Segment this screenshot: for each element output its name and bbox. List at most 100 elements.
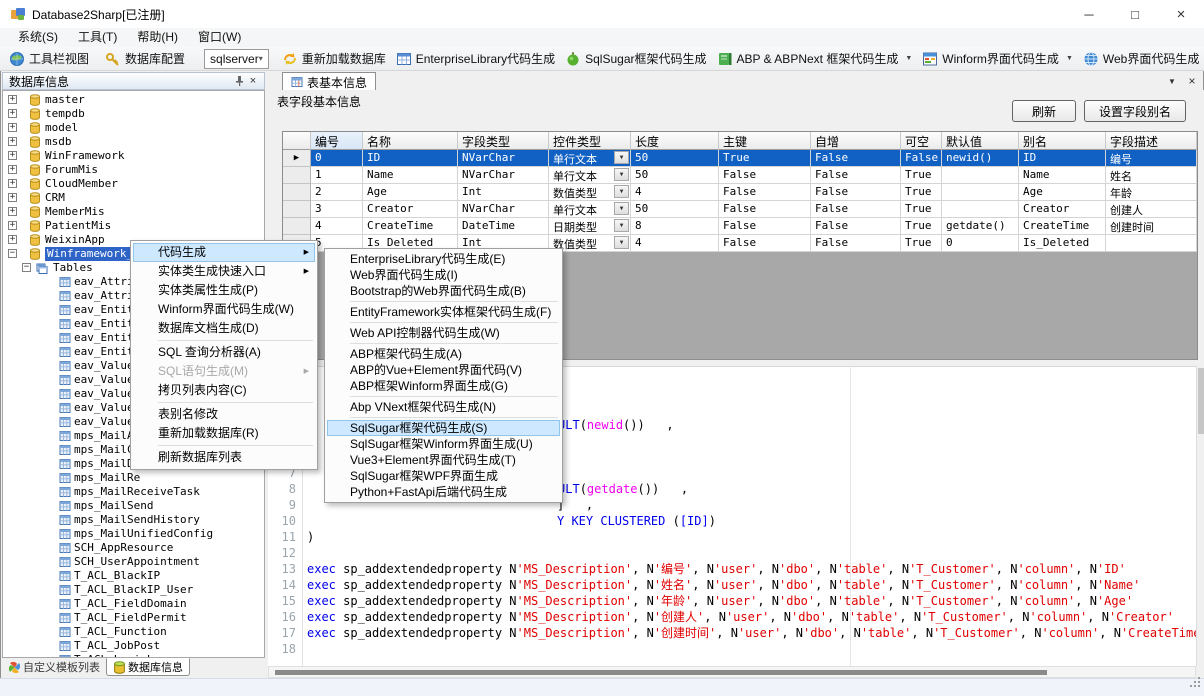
grid-cell[interactable]: NVarChar (458, 150, 549, 167)
grid-cell[interactable]: 年龄 (1106, 184, 1197, 201)
tree-row[interactable]: + MemberMis (3, 205, 264, 219)
submenu-item-ABP的Vue+Element界面代码(V)[interactable]: ABP的Vue+Element界面代码(V) (327, 362, 560, 378)
grid-cell[interactable] (1106, 235, 1197, 252)
submenu-item-Abp VNext框架代码生成(N)[interactable]: Abp VNext框架代码生成(N) (327, 399, 560, 415)
context-menu-item-表别名修改[interactable]: 表别名修改 (133, 405, 315, 424)
grid-cell[interactable]: 单行文本▼ (549, 167, 631, 184)
toolbar-button-Web界面代码生成[interactable]: Web界面代码生成▼ (1078, 48, 1204, 70)
toolbar-button-EnterpriseLibrary代码生成[interactable]: EnterpriseLibrary代码生成 (391, 48, 560, 70)
grid-cell[interactable]: getdate() (942, 218, 1019, 235)
tree-node-label[interactable]: SCH_AppResource (74, 541, 173, 555)
expand-icon[interactable]: + (8, 109, 17, 118)
dropdown-icon[interactable]: ▼ (614, 151, 629, 164)
menu-工具(T)[interactable]: 工具(T) (68, 28, 127, 47)
tree-node-label[interactable]: ForumMis (45, 163, 98, 177)
expand-icon[interactable]: + (8, 137, 17, 146)
maximize-button[interactable]: □ (1112, 0, 1158, 28)
grid-cell[interactable]: 0 (311, 150, 363, 167)
tree-node-label[interactable]: MemberMis (45, 205, 105, 219)
tree-row[interactable]: + ForumMis (3, 163, 264, 177)
tree-node-label[interactable]: mps_MailUnifiedConfig (74, 527, 213, 541)
tree-row[interactable]: +master (3, 93, 264, 107)
grid-cell[interactable] (942, 201, 1019, 218)
submenu-item-ABP框架代码生成(A)[interactable]: ABP框架代码生成(A) (327, 346, 560, 362)
tree-row[interactable]: mps_MailUnifiedConfig (3, 527, 264, 541)
grid-cell[interactable]: True (901, 218, 942, 235)
grid-cell[interactable]: 4 (631, 235, 719, 252)
grid-cell[interactable]: 姓名 (1106, 167, 1197, 184)
code-vertical-scrollbar[interactable] (1196, 366, 1204, 666)
chevron-down-icon[interactable]: ▼ (905, 55, 912, 62)
expand-icon[interactable]: + (8, 165, 17, 174)
row-header[interactable] (283, 184, 311, 201)
menu-帮助(H)[interactable]: 帮助(H) (127, 28, 188, 47)
submenu-item-Web API控制器代码生成(W)[interactable]: Web API控制器代码生成(W) (327, 325, 560, 341)
grid-cell[interactable]: True (901, 235, 942, 252)
tree-row[interactable]: mps_MailSendHistory (3, 513, 264, 527)
grid-cell[interactable]: NVarChar (458, 201, 549, 218)
collapse-panel-icon[interactable]: ▼ (1166, 74, 1178, 88)
toolbar-button-数据库配置[interactable]: 数据库配置 (100, 48, 190, 70)
context-menu-item-重新加载数据库(R)[interactable]: 重新加载数据库(R) (133, 424, 315, 443)
dropdown-icon[interactable]: ▼ (614, 202, 629, 215)
row-header[interactable] (283, 167, 311, 184)
submenu-item-EntityFramework实体框架代码生成(F)[interactable]: EntityFramework实体框架代码生成(F) (327, 304, 560, 320)
submenu-item-Web界面代码生成(I)[interactable]: Web界面代码生成(I) (327, 267, 560, 283)
submenu-item-SqlSugar框架Winform界面生成(U)[interactable]: SqlSugar框架Winform界面生成(U) (327, 436, 560, 452)
resize-grip-icon[interactable] (1189, 675, 1201, 693)
tree-row[interactable]: SCH_AppResource (3, 541, 264, 555)
submenu-item-Vue3+Element界面代码生成(T)[interactable]: Vue3+Element界面代码生成(T) (327, 452, 560, 468)
set-field-alias-button[interactable]: 设置字段别名 (1084, 100, 1186, 122)
tab-table-basic-info[interactable]: 表基本信息 (282, 72, 376, 91)
toolbar-button-Winform界面代码生成[interactable]: Winform界面代码生成▼ (917, 48, 1078, 70)
collapse-icon[interactable]: − (8, 249, 17, 258)
expand-icon[interactable]: + (8, 193, 17, 202)
expand-icon[interactable]: + (8, 207, 17, 216)
column-header-控件类型[interactable]: 控件类型 (549, 132, 631, 150)
tree-row[interactable]: T_ACL_BlackIP_User (3, 583, 264, 597)
context-menu-item-SQL语句生成(M)[interactable]: SQL语句生成(M)▶ (133, 362, 315, 381)
context-menu-item-代码生成[interactable]: 代码生成▶ (133, 243, 315, 262)
grid-row[interactable]: 4CreateTimeDateTime日期类型▼8FalseFalseTrueg… (283, 218, 1197, 235)
grid-row[interactable]: 3CreatorNVarChar单行文本▼50FalseFalseTrueCre… (283, 201, 1197, 218)
context-menu-item-SQL 查询分析器(A)[interactable]: SQL 查询分析器(A) (133, 343, 315, 362)
grid-cell[interactable]: 创建时间 (1106, 218, 1197, 235)
submenu-item-Bootstrap的Web界面代码生成(B)[interactable]: Bootstrap的Web界面代码生成(B) (327, 283, 560, 299)
grid-cell[interactable]: 单行文本▼ (549, 150, 631, 167)
column-header-字段类型[interactable]: 字段类型 (458, 132, 549, 150)
grid-cell[interactable]: 4 (631, 184, 719, 201)
grid-cell[interactable]: 数值类型▼ (549, 184, 631, 201)
grid-cell[interactable]: False (811, 167, 901, 184)
minimize-button[interactable]: ─ (1066, 0, 1112, 28)
grid-cell[interactable] (942, 184, 1019, 201)
context-menu-item-数据库文档生成(D)[interactable]: 数据库文档生成(D) (133, 319, 315, 338)
grid-cell[interactable]: 创建人 (1106, 201, 1197, 218)
tree-row[interactable]: T_ACL_Function (3, 625, 264, 639)
grid-cell[interactable]: False (811, 218, 901, 235)
tree-node-label[interactable]: SCH_UserAppointment (74, 555, 200, 569)
context-menu-item-实体类属性生成(P)[interactable]: 实体类属性生成(P) (133, 281, 315, 300)
grid-cell[interactable]: Creator (1019, 201, 1106, 218)
tree-row[interactable]: T_ACL_FieldPermit (3, 611, 264, 625)
column-header-字段描述[interactable]: 字段描述 (1106, 132, 1197, 150)
collapse-icon[interactable]: − (22, 263, 31, 272)
column-header-长度[interactable]: 长度 (631, 132, 719, 150)
tree-node-label[interactable]: CloudMember (45, 177, 118, 191)
tree-row[interactable]: + tempdb (3, 107, 264, 121)
toolbar-button-SqlSugar框架代码生成[interactable]: SqlSugar框架代码生成 (560, 48, 711, 70)
expand-icon[interactable]: + (8, 151, 17, 160)
toolbar-button-工具栏视图[interactable]: 工具栏视图 (4, 48, 94, 70)
grid-row[interactable]: ▶0IDNVarChar单行文本▼50TrueFalseFalsenewid()… (283, 150, 1197, 167)
vscroll-thumb[interactable] (1198, 368, 1204, 434)
tree-row[interactable]: +PatientMis (3, 219, 264, 233)
code-horizontal-scrollbar[interactable] (268, 666, 1196, 678)
grid-cell[interactable]: 50 (631, 201, 719, 218)
grid-cell[interactable]: 8 (631, 218, 719, 235)
grid-cell[interactable]: 3 (311, 201, 363, 218)
grid-cell[interactable]: Creator (363, 201, 458, 218)
tree-node-label[interactable]: WinFramework (45, 149, 124, 163)
tree-node-label[interactable]: tempdb (45, 107, 85, 121)
dropdown-icon[interactable]: ▼ (614, 219, 629, 232)
grid-cell[interactable]: Age (1019, 184, 1106, 201)
grid-cell[interactable]: False (719, 201, 811, 218)
